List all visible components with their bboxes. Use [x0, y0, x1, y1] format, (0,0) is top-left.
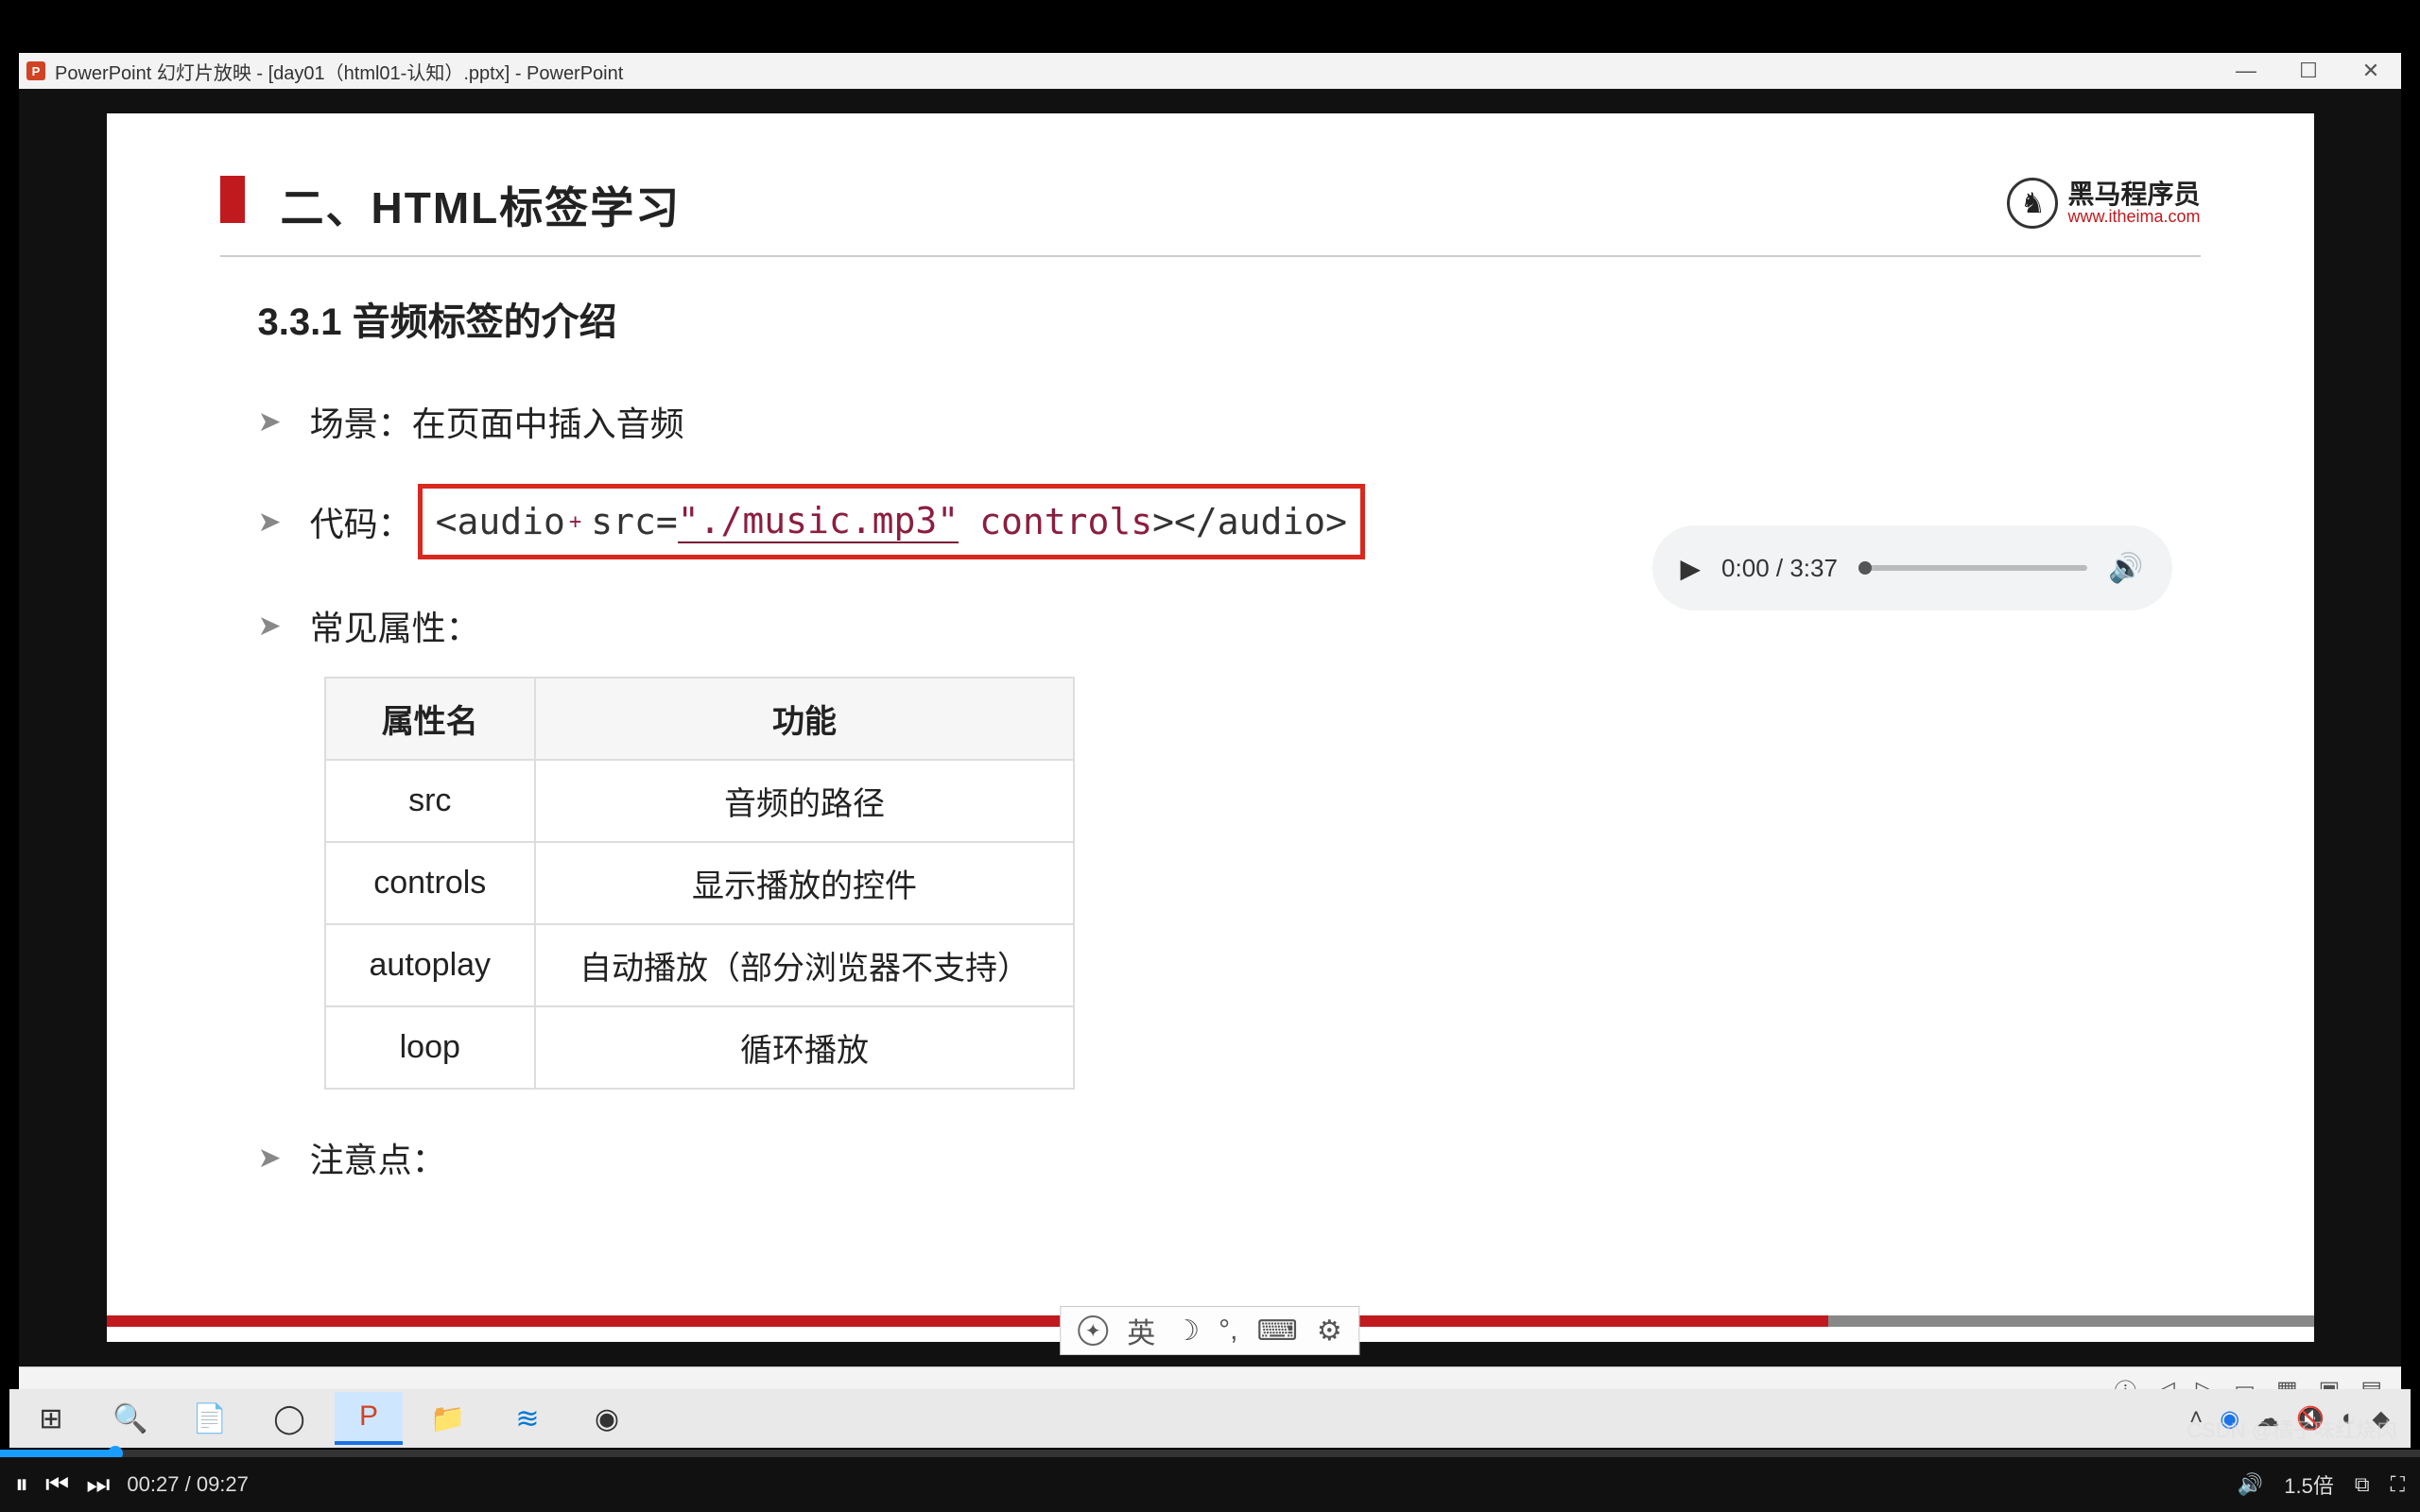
video-progress-bar[interactable] [0, 1450, 2420, 1457]
code-tag-close: ></audio> [1152, 501, 1347, 542]
file-icon[interactable]: 📄 [176, 1392, 244, 1445]
slide-subtitle: 3.3.1 音频标签的介绍 [258, 291, 2172, 346]
prev-button[interactable]: ⏮ [45, 1469, 69, 1501]
powerpoint-icon: P [26, 61, 45, 80]
scene-label: 场景： [310, 397, 412, 446]
table-row: src 音频的路径 [325, 760, 1075, 842]
watermark-text: CSDN @橘子味红烧肉 [2187, 1414, 2397, 1444]
playback-speed[interactable]: 1.5倍 [2284, 1469, 2334, 1500]
chrome-icon[interactable]: ◉ [573, 1392, 641, 1445]
attrs-label: 常见属性： [310, 601, 480, 650]
th-attr-func: 功能 [535, 678, 1074, 760]
pip-icon[interactable]: ⧉ [2355, 1472, 2370, 1497]
ime-toolbar[interactable]: ✦ 英 ☽ °, ⌨ ⚙ [1060, 1306, 1359, 1355]
play-icon[interactable]: ▶ [1681, 553, 1702, 584]
window-titlebar: P PowerPoint 幻灯片放映 - [day01（html01-认知）.p… [19, 53, 2401, 89]
start-button[interactable]: ⊞ [17, 1392, 85, 1445]
attributes-table: 属性名 功能 src 音频的路径 controls 显示播放的控件 [324, 677, 1076, 1090]
title-accent-bar [220, 176, 245, 223]
ime-language[interactable]: 英 [1127, 1310, 1155, 1351]
volume-icon[interactable]: 🔊 [2238, 1472, 2263, 1497]
keyboard-icon[interactable]: ⌨ [1257, 1314, 1298, 1348]
video-controls: ⏸ ⏮ ⏭ 00:27 / 09:27 🔊 1.5倍 ⧉ ⛶ [0, 1457, 2420, 1512]
vscode-icon[interactable]: ≋ [493, 1392, 562, 1445]
code-tag-open: <audio [436, 501, 565, 542]
bullet-arrow-icon: ➤ [258, 405, 282, 438]
slide-footer-grey [1828, 1315, 2314, 1327]
powerpoint-window: P PowerPoint 幻灯片放映 - [day01（html01-认知）.p… [19, 53, 2401, 1412]
windows-taskbar: ⊞ 🔍 📄 ◯ P 📁 ≋ ◉ ˄ ◉ ☁ 🔇 ◐ ◆ [9, 1389, 2411, 1448]
moon-icon[interactable]: ☽ [1174, 1314, 1200, 1348]
ime-logo-icon[interactable]: ✦ [1078, 1315, 1108, 1346]
slide-title: 二、HTML标签学习 [281, 174, 682, 236]
close-button[interactable]: ✕ [2358, 59, 2384, 83]
explorer-icon[interactable]: 📁 [414, 1392, 482, 1445]
brand-url: www.itheima.com [2067, 208, 2200, 226]
code-src-value: "./music.mp3" [678, 500, 959, 543]
windows-taskbar-wrapper: ⊞ 🔍 📄 ◯ P 📁 ≋ ◉ ˄ ◉ ☁ 🔇 ◐ ◆ [0, 1383, 2420, 1448]
bullet-arrow-icon: ➤ [258, 506, 282, 539]
window-title: PowerPoint 幻灯片放映 - [day01（html01-认知）.ppt… [55, 58, 2233, 85]
video-time: 00:27 / 09:27 [127, 1472, 248, 1497]
brand-name: 黑马程序员 [2067, 180, 2200, 208]
settings-icon[interactable]: ⚙ [1317, 1314, 1342, 1348]
audio-time: 0:00 / 3:37 [1721, 554, 1838, 583]
next-button[interactable]: ⏭ [86, 1469, 110, 1501]
slide-viewport: ♞ 黑马程序员 www.itheima.com 二、HTML标签学习 3.3.1… [19, 89, 2401, 1366]
powerpoint-taskbar-icon[interactable]: P [335, 1392, 403, 1445]
th-attr-name: 属性名 [325, 678, 536, 760]
table-row: loop 循环播放 [325, 1006, 1075, 1089]
table-row: controls 显示播放的控件 [325, 842, 1075, 924]
bullet-arrow-icon: ➤ [258, 610, 282, 643]
audio-seek-track[interactable] [1858, 565, 2087, 571]
fullscreen-icon[interactable]: ⛶ [2391, 1472, 2405, 1497]
note-label: 注意点： [310, 1133, 446, 1182]
browser-icon[interactable]: ◯ [255, 1392, 323, 1445]
punctuation-icon[interactable]: °, [1219, 1314, 1237, 1347]
search-icon[interactable]: 🔍 [96, 1392, 164, 1445]
code-attr-controls: controls [979, 501, 1152, 542]
brand-logo: ♞ 黑马程序员 www.itheima.com [2007, 178, 2200, 229]
volume-icon[interactable]: 🔊 [2108, 552, 2143, 585]
audio-player[interactable]: ▶ 0:00 / 3:37 🔊 [1652, 525, 2172, 610]
code-sample-box: <audio + src= "./music.mp3" controls ></… [418, 484, 1365, 559]
pause-button[interactable]: ⏸ [15, 1469, 28, 1501]
code-label: 代码： [310, 497, 412, 546]
scene-value: 在页面中插入音频 [412, 397, 684, 446]
bullet-arrow-icon: ➤ [258, 1142, 282, 1175]
slide: ♞ 黑马程序员 www.itheima.com 二、HTML标签学习 3.3.1… [107, 113, 2314, 1342]
code-attr-src: src= [591, 501, 678, 542]
horse-icon: ♞ [2007, 178, 2058, 229]
maximize-button[interactable]: ☐ [2295, 59, 2322, 83]
table-row: autoplay 自动播放（部分浏览器不支持） [325, 924, 1075, 1006]
minimize-button[interactable]: — [2233, 59, 2259, 83]
